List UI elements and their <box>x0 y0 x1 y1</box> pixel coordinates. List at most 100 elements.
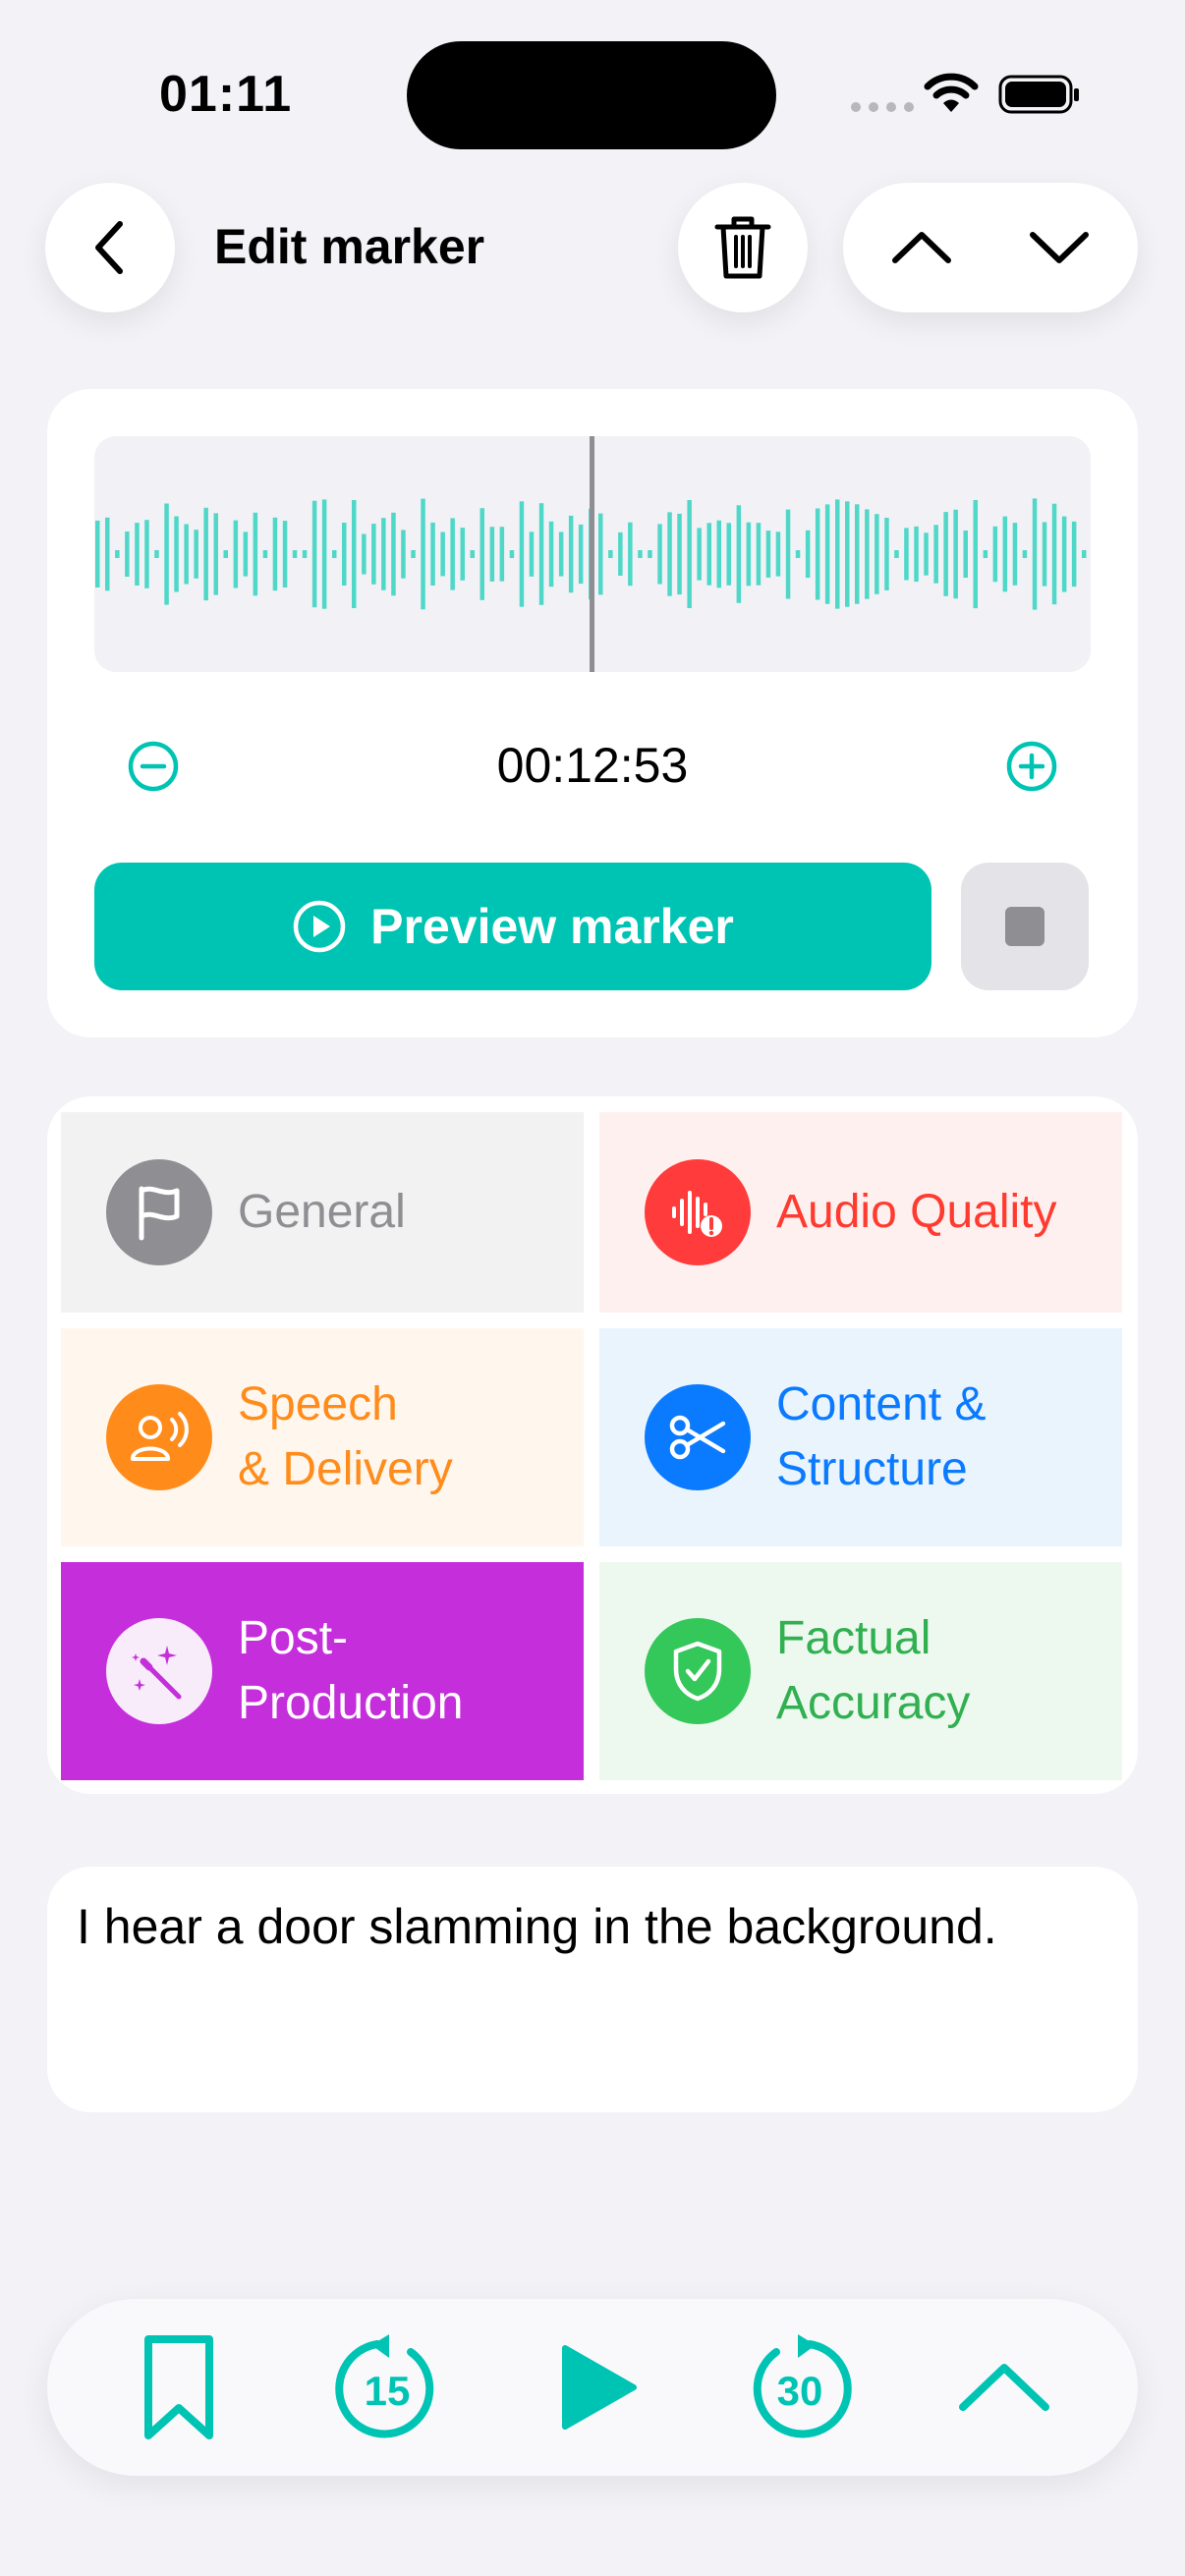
waveform-bar <box>568 515 574 593</box>
waveform-bar <box>509 550 515 558</box>
shield-check-icon <box>645 1618 751 1724</box>
skip-forward-seconds: 30 <box>777 2368 823 2414</box>
waveform-bar <box>963 531 968 578</box>
waveform-bar <box>1061 516 1067 592</box>
marker-navigation <box>843 183 1138 312</box>
status-time: 01:11 <box>159 66 293 123</box>
waveform-bar <box>914 526 919 583</box>
waveform-bar <box>805 530 811 579</box>
waveform-bar <box>203 507 208 601</box>
waveform-bar <box>736 505 742 603</box>
flag-icon <box>106 1159 212 1265</box>
waveform-bar <box>194 530 198 579</box>
waveform-bar <box>223 550 228 558</box>
waveform-bar <box>95 520 100 588</box>
waveform-bar <box>489 527 495 582</box>
cellular-signal-icon <box>851 102 914 112</box>
waveform-bar <box>726 523 731 586</box>
waveform-bar <box>164 503 169 605</box>
delete-button[interactable] <box>678 183 808 312</box>
waveform-bar <box>499 527 505 582</box>
waveform-bar <box>125 532 130 577</box>
note-text[interactable]: I hear a door slamming in the background… <box>77 1898 997 1955</box>
add-bookmark-button[interactable] <box>120 2328 238 2446</box>
waveform-bar <box>401 530 406 579</box>
waveform-bar <box>440 532 445 577</box>
waveform-bar <box>775 532 781 577</box>
waveform-bar <box>272 517 278 591</box>
waveform-bar <box>1032 498 1038 610</box>
waveform-bar <box>421 498 425 610</box>
waveform-bar <box>184 524 189 585</box>
category-label: Speech & Delivery <box>238 1378 453 1495</box>
skip-forward-button[interactable]: 30 <box>739 2328 861 2446</box>
waveform-bar <box>135 523 140 586</box>
waveform-bar <box>450 518 455 590</box>
waveform-bar <box>243 532 249 577</box>
waveform-bar <box>992 526 998 583</box>
waveform-bar <box>411 550 416 558</box>
waveform-bar <box>480 508 484 600</box>
waveform-bar <box>933 525 938 584</box>
waveform-bar <box>1042 522 1047 587</box>
back-button[interactable] <box>45 183 175 312</box>
category-label: Factual Accuracy <box>776 1612 971 1729</box>
waveform-bar <box>391 512 396 596</box>
waveform-bar <box>342 523 347 586</box>
waveform-bar <box>785 509 791 599</box>
waveform-bar <box>1071 521 1077 588</box>
skip-back-button[interactable]: 15 <box>326 2328 448 2446</box>
wifi-icon <box>924 73 979 112</box>
category-label: Audio Quality <box>776 1186 1057 1238</box>
category-label: General <box>238 1186 406 1238</box>
expand-player-button[interactable] <box>945 2328 1063 2446</box>
waveform-bar <box>677 513 682 595</box>
category-factual-accuracy[interactable]: Factual Accuracy <box>599 1562 1122 1780</box>
category-speech-delivery[interactable]: Speech & Delivery <box>61 1328 584 1546</box>
waveform-bar <box>144 520 149 588</box>
category-general[interactable]: General <box>61 1112 584 1313</box>
next-marker-button[interactable] <box>1025 223 1094 272</box>
waveform-bar <box>687 500 692 608</box>
stop-button[interactable] <box>961 863 1089 990</box>
waveform-bar <box>973 500 978 609</box>
waveform-bar <box>548 521 554 588</box>
waveform-bar <box>302 550 308 558</box>
waveform-bar <box>174 516 179 592</box>
waveform-bar <box>253 512 258 596</box>
preview-marker-button[interactable]: Preview marker <box>94 863 931 990</box>
waveform-bar <box>667 512 672 596</box>
play-button[interactable] <box>536 2328 654 2446</box>
waveform-bar <box>983 550 988 558</box>
waveform-bar <box>282 521 288 588</box>
waveform-bar <box>292 550 298 558</box>
waveform-bar <box>795 550 801 558</box>
category-post-production[interactable]: Post- Production <box>61 1562 584 1780</box>
waveform-bar <box>1051 503 1057 605</box>
waveform-bar <box>321 499 327 609</box>
category-content-structure[interactable]: Content & Structure <box>599 1328 1122 1546</box>
playhead[interactable] <box>590 436 594 672</box>
magic-wand-icon <box>106 1618 212 1724</box>
waveform-bar <box>904 528 909 581</box>
waveform-bar <box>943 512 948 596</box>
category-label: Content & Structure <box>776 1378 987 1495</box>
waveform-bar <box>815 508 820 600</box>
waveform-bar <box>470 550 475 558</box>
waveform-bar <box>746 522 752 587</box>
waveform-bar <box>697 528 702 581</box>
chevron-left-icon <box>95 221 123 274</box>
category-audio-quality[interactable]: Audio Quality <box>599 1112 1122 1313</box>
zoom-in-button[interactable] <box>1004 739 1059 794</box>
waveform-bar <box>233 520 239 588</box>
waveform-bar <box>362 533 367 575</box>
waveform-bar <box>311 500 317 608</box>
waveform-bar <box>519 501 525 607</box>
waveform-bar <box>381 518 386 590</box>
waveform-bar <box>529 532 535 577</box>
previous-marker-button[interactable] <box>887 223 956 272</box>
waveform-bar <box>558 532 564 577</box>
waveform-bar <box>332 550 337 558</box>
waveform-bar <box>608 550 613 558</box>
waveform-bar <box>884 518 889 590</box>
